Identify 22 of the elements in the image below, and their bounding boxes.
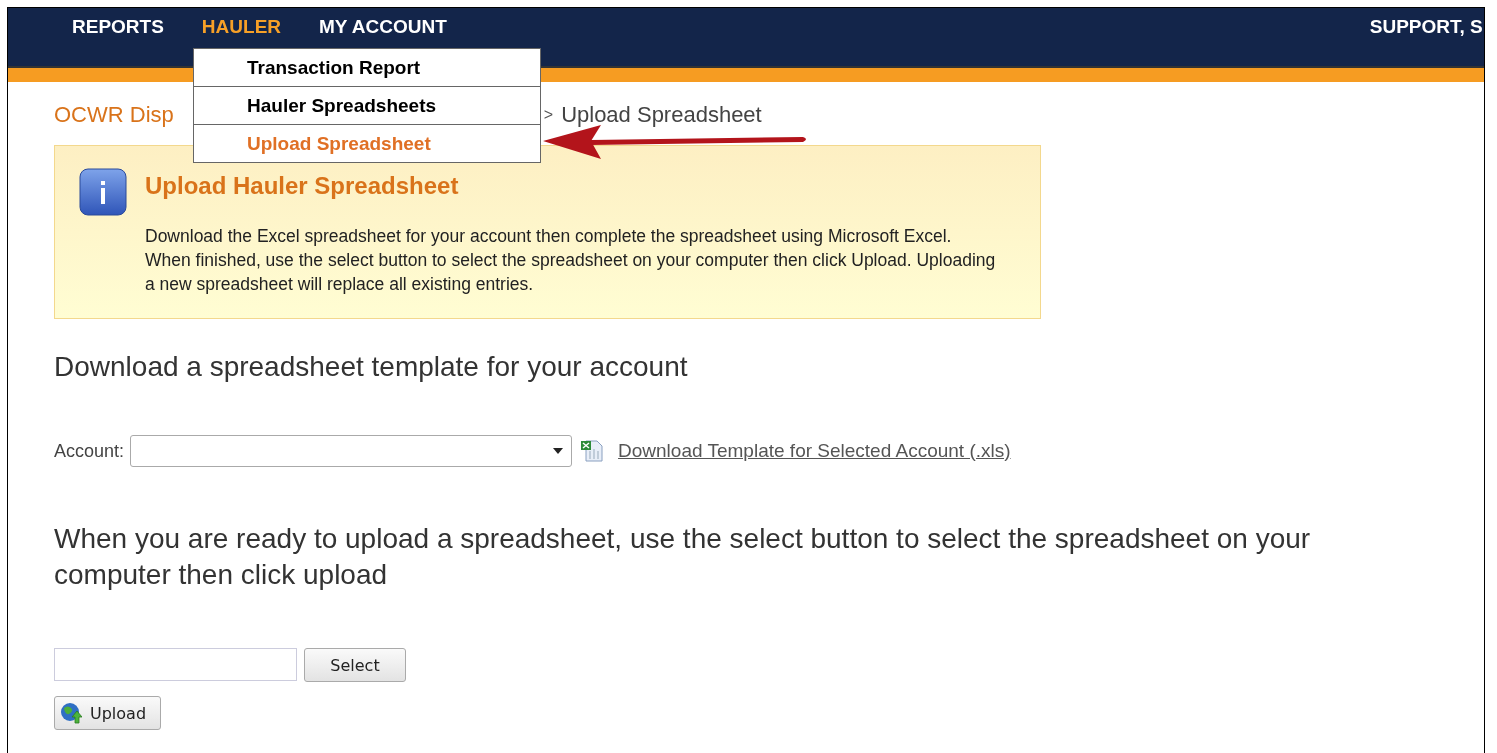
file-path-field[interactable] xyxy=(54,648,297,681)
section-heading: When you are ready to upload a spreadsheet, use the select button to select the spreadsheet on your computer then click upload xyxy=(54,522,1312,592)
account-dropdown[interactable] xyxy=(130,435,573,467)
caret-icon xyxy=(553,448,564,454)
select-button[interactable]: Select xyxy=(304,648,406,682)
globe-upload-icon xyxy=(60,702,82,724)
nav-link[interactable]: REPORTS xyxy=(72,16,164,38)
download-template-link[interactable]: Download Template for Selected Account (.xls) xyxy=(618,440,1011,462)
user-name[interactable]: SUPPORT, SI xyxy=(1369,8,1484,38)
spreadsheet-icon xyxy=(580,439,605,463)
nav-link[interactable]: HAULER xyxy=(201,16,282,38)
account-label: Account: xyxy=(54,440,125,462)
info-title: Upload Hauler Spreadsheet xyxy=(145,172,460,200)
menu-item[interactable]: Hauler Spreadsheets xyxy=(194,86,540,124)
breadcrumb-separator: > xyxy=(543,106,554,124)
upload-button[interactable]: Upload xyxy=(54,696,162,730)
breadcrumb-current: Upload Spreadsheet xyxy=(561,102,762,128)
menu-item[interactable]: Transaction Report xyxy=(194,49,540,86)
nav-link[interactable]: MY ACCOUNT xyxy=(319,16,447,38)
info-icon xyxy=(79,168,127,216)
info-text: Download the Excel spreadsheet for your account then complete the spreadsheet using Microsoft Excel. When finished, use the select button to select the spreadsheet on your computer then click Upload. Uploading a new spreadsheet will replace all existing entries. xyxy=(145,225,997,296)
section-heading: Download a spreadsheet template for your account xyxy=(54,351,689,383)
